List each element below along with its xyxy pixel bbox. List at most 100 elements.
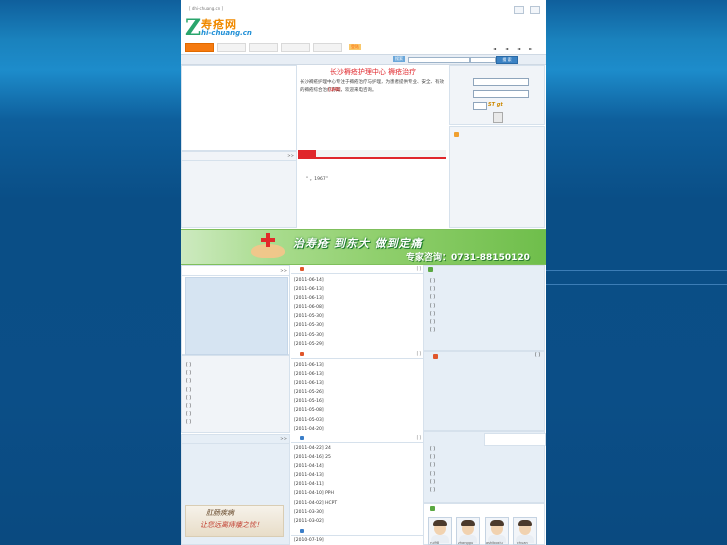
list-item[interactable]: [ ] (430, 278, 435, 286)
list-item[interactable]: [2011-06-13] (294, 285, 324, 294)
list-item[interactable]: [2011-05-30] (294, 312, 324, 321)
main-nav (185, 43, 342, 52)
list-item[interactable]: [2010-07-19] (294, 536, 324, 545)
header-close-button[interactable] (530, 6, 540, 14)
list-item[interactable]: [ ] (186, 411, 191, 419)
list-item[interactable]: [2011-03-30] (294, 508, 337, 517)
login-button[interactable] (493, 112, 503, 123)
right-lower-panel-2: [ ] (423, 351, 545, 431)
captcha-image[interactable]: ST gt (488, 102, 503, 108)
list-item[interactable]: [ ] (186, 419, 191, 427)
list-item[interactable]: [2011-04-02] HCPT (294, 499, 337, 508)
list-item[interactable]: [ ] (430, 479, 435, 487)
list-item[interactable]: [2011-05-30] (294, 331, 324, 340)
more-link[interactable]: [ ] (535, 353, 540, 358)
list-item[interactable]: [2011-06-13] (294, 361, 324, 370)
list-item[interactable]: [2011-06-08] (294, 303, 324, 312)
arrow-icon[interactable]: ► (529, 46, 532, 51)
list-item[interactable]: [2011-04-16] 25 (294, 453, 337, 462)
nav-login-link[interactable]: 登陆 (349, 44, 361, 50)
center-list-panel-4: [2010-07-19] (291, 528, 423, 545)
list-item[interactable]: [ ] (186, 403, 191, 411)
list-item[interactable]: [ ] (430, 303, 435, 311)
list4-items: [2010-07-19] (294, 536, 324, 545)
right-tab[interactable] (484, 433, 546, 446)
intro-text: 长沙褥疮护理中心专注于褥疮治疗与护理，为患者提供专业、安全、有效的褥疮综合治疗方… (300, 80, 444, 93)
username-field[interactable] (473, 78, 529, 86)
list-item[interactable]: [2011-05-30] (294, 321, 324, 330)
list-item[interactable]: [2011-06-13] (294, 294, 324, 303)
password-field[interactable] (473, 90, 529, 98)
more-link[interactable]: >> (280, 268, 287, 273)
list-item[interactable]: [2011-04-11] (294, 480, 337, 489)
list-item[interactable]: [2011-04-14] (294, 462, 337, 471)
list-item[interactable]: [2011-06-13] (294, 379, 324, 388)
nav-tab-3[interactable] (249, 43, 278, 52)
list-item[interactable]: [ ] (430, 319, 435, 327)
right-lower-panel-3: [ ] [ ] [ ] [ ] [ ] [ ] (423, 431, 546, 503)
center-list-panel-3: [ ] [2011-04-22] 24 [2011-04-16] 25 [201… (291, 434, 423, 530)
list-item[interactable]: [ ] (186, 362, 191, 370)
list-item[interactable]: [2011-04-20] (294, 425, 324, 434)
list-item[interactable]: [ ] (430, 446, 435, 454)
arrow-icon[interactable]: ◄ (505, 46, 508, 51)
list-item[interactable]: [2011-03-02] (294, 517, 337, 526)
list-item[interactable]: [ ] (430, 471, 435, 479)
list-item[interactable]: [ ] (186, 378, 191, 386)
list-item[interactable]: [2011-05-03] (294, 416, 324, 425)
left-bracket-panel: [ ] [ ] [ ] [ ] [ ] [ ] [ ] [ ] (181, 355, 290, 433)
left-top-panel (181, 65, 297, 151)
more-link[interactable]: [ ] (417, 351, 421, 356)
calligraphy-line2: 让您远离痔瘘之忧！ (200, 521, 263, 529)
calligraphy-ad[interactable]: 肛肠疾病 让您远离痔瘘之忧！ (185, 505, 284, 537)
nav-tab-home[interactable] (185, 43, 214, 52)
list2-header: [ ] (291, 351, 423, 359)
list-item[interactable]: [ ] (430, 327, 435, 335)
nav-tab-5[interactable] (313, 43, 342, 52)
news-text: “ 。1967” (306, 177, 329, 182)
list-item[interactable]: [2011-05-26] (294, 388, 324, 397)
list-item[interactable]: [2011-04-10] PPH (294, 489, 337, 498)
banner-slogan: 治寿疮 到东大 做到定痛 (293, 237, 423, 250)
left-image-header: >> (182, 268, 289, 276)
list-item[interactable]: [2011-06-13] (294, 370, 324, 379)
list-item[interactable]: [2011-05-08] (294, 406, 324, 415)
nav-tab-4[interactable] (281, 43, 310, 52)
more-link[interactable]: >> (280, 436, 287, 441)
list-item[interactable]: [ ] (430, 454, 435, 462)
search-category-select[interactable] (470, 57, 496, 63)
search-button[interactable]: 搜 索 (496, 56, 518, 64)
arrow-icon[interactable]: ◄ (493, 46, 496, 51)
list-item[interactable]: [ ] (430, 462, 435, 470)
news-tab-active[interactable] (298, 150, 316, 157)
list-item[interactable]: [2011-06-14] (294, 276, 324, 285)
search-input[interactable] (408, 57, 470, 63)
nav-tab-2[interactable] (217, 43, 246, 52)
list-item[interactable]: [2011-04-22] 24 (294, 444, 337, 453)
captcha-field[interactable] (473, 102, 487, 110)
logo-english[interactable]: hi-chuang.cn (201, 29, 252, 37)
list-item[interactable]: [2011-05-29] (294, 340, 324, 349)
list-item[interactable]: [ ] (186, 387, 191, 395)
header-minimize-button[interactable] (514, 6, 524, 14)
list-item[interactable]: [ ] (186, 370, 191, 378)
list-item[interactable]: [ ] (430, 286, 435, 294)
list-icon (300, 267, 304, 271)
list-item[interactable]: [ ] (430, 311, 435, 319)
more-link[interactable]: [ ] (417, 266, 421, 271)
more-link[interactable]: [ ] (417, 435, 421, 440)
right-lower-panel-1: [ ] [ ] [ ] [ ] [ ] [ ] [ ] (423, 265, 545, 351)
list-item[interactable]: [2011-04-13] (294, 471, 337, 480)
promo-banner[interactable]: 治寿疮 到东大 做到定痛 专家咨询：0731-88150120 (181, 229, 546, 265)
list-item[interactable]: [ ] (430, 294, 435, 302)
list-item[interactable]: [2011-05-16] (294, 397, 324, 406)
center-list-panel-2: [ ] [2011-06-13] [2011-06-13] [2011-06-1… (291, 350, 423, 434)
search-label: 搜索 (393, 56, 405, 62)
more-link[interactable]: >> (287, 153, 294, 158)
intro-more-link[interactable]: [详细] (328, 87, 341, 95)
feature-image[interactable] (185, 277, 288, 355)
list-item[interactable]: [ ] (186, 395, 191, 403)
logo-letter[interactable]: Z (185, 15, 201, 41)
arrow-icon[interactable]: ◄ (517, 46, 520, 51)
list-item[interactable]: [ ] (430, 487, 435, 495)
